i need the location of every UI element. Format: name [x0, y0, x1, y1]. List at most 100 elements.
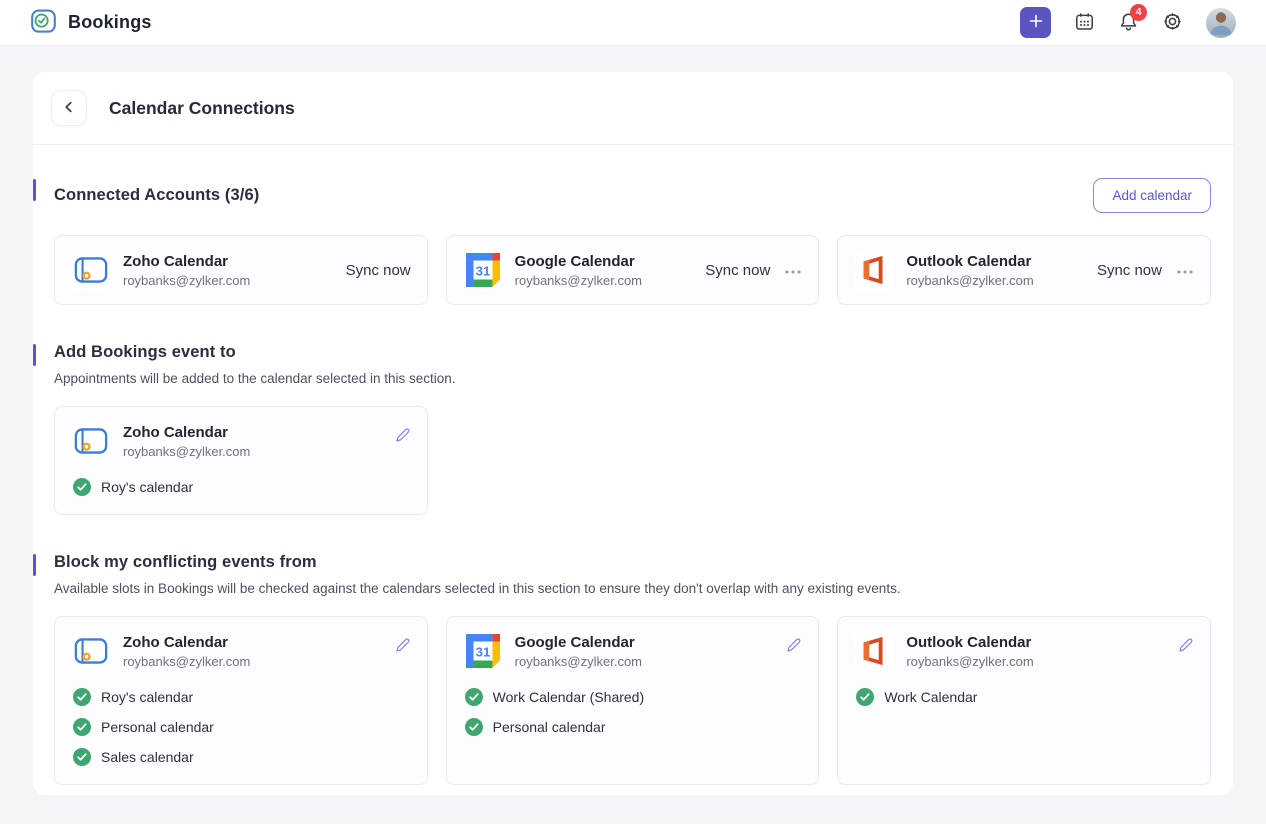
page-title: Calendar Connections — [109, 98, 295, 119]
check-circle-icon — [73, 718, 91, 736]
svg-text:31: 31 — [475, 644, 490, 659]
calendar-name: Roy's calendar — [101, 479, 193, 495]
selected-calendars: Work Calendar (Shared) Personal calendar — [463, 683, 803, 740]
calendar-item: Work Calendar (Shared) — [463, 683, 803, 710]
account-email: roybanks@zylker.com — [123, 654, 395, 669]
calendar-card-header: 31 Google Calendar roybanks@zylker.com — [463, 631, 803, 671]
accent-bar — [33, 554, 36, 576]
account-info: Outlook Calendar roybanks@zylker.com — [906, 253, 1097, 288]
calendar-name: Work Calendar (Shared) — [493, 689, 644, 705]
section-connected-accounts: Connected Accounts (3/6) Add calendar Zo… — [54, 178, 1211, 305]
section-block-conflicting-events: Block my conflicting events from Availab… — [54, 553, 1211, 785]
accent-bar — [33, 344, 36, 366]
panel-header: Calendar Connections — [33, 72, 1233, 145]
calendar-card-header: Zoho Calendar roybanks@zylker.com — [71, 421, 411, 461]
account-provider: Zoho Calendar — [123, 424, 395, 441]
calendar-item: Work Calendar — [854, 683, 1194, 710]
account-email: roybanks@zylker.com — [906, 654, 1178, 669]
account-card-zoho: Zoho Calendar roybanks@zylker.com Sync n… — [54, 235, 428, 305]
add-event-cards: Zoho Calendar roybanks@zylker.com — [54, 406, 1211, 515]
calendar-name: Roy's calendar — [101, 689, 193, 705]
section-head: Connected Accounts (3/6) Add calendar — [54, 178, 1211, 213]
section-description: Available slots in Bookings will be chec… — [54, 581, 1211, 596]
panel-body: Connected Accounts (3/6) Add calendar Zo… — [33, 145, 1233, 815]
add-calendar-button[interactable]: Add calendar — [1093, 178, 1211, 213]
calendar-nav-button[interactable] — [1074, 11, 1095, 35]
account-provider: Zoho Calendar — [123, 634, 395, 651]
edit-button[interactable] — [786, 637, 802, 656]
plus-icon — [1028, 13, 1044, 32]
account-provider: Google Calendar — [515, 253, 706, 270]
notifications-button[interactable]: 4 — [1118, 11, 1139, 35]
edit-button[interactable] — [1178, 637, 1194, 656]
chevron-left-icon — [62, 100, 76, 117]
google-calendar-icon: 31 — [463, 631, 503, 671]
account-info: Outlook Calendar roybanks@zylker.com — [906, 634, 1178, 669]
person-icon — [1206, 9, 1236, 38]
account-info: Zoho Calendar roybanks@zylker.com — [123, 634, 395, 669]
svg-text:31: 31 — [475, 263, 490, 278]
calendar-name: Personal calendar — [101, 719, 214, 735]
section-add-bookings-event: Add Bookings event to Appointments will … — [54, 343, 1211, 515]
check-circle-icon — [465, 688, 483, 706]
account-email: roybanks@zylker.com — [515, 654, 787, 669]
calendar-item: Personal calendar — [71, 713, 411, 740]
section-description: Appointments will be added to the calend… — [54, 371, 1211, 386]
pencil-icon — [1178, 637, 1194, 656]
account-info: Zoho Calendar roybanks@zylker.com — [123, 424, 395, 459]
zoho-calendar-icon — [71, 250, 111, 290]
section-head: Add Bookings event to — [54, 343, 1211, 362]
section-heading: Add Bookings event to — [54, 343, 236, 362]
notification-badge: 4 — [1130, 4, 1147, 21]
sync-now-button[interactable]: Sync now — [1097, 262, 1162, 279]
google-calendar-icon: 31 — [463, 250, 503, 290]
back-button[interactable] — [51, 90, 87, 126]
more-menu-button[interactable] — [784, 263, 802, 278]
create-button[interactable] — [1020, 7, 1051, 38]
bookings-logo-icon — [30, 7, 57, 39]
calendar-connections-panel: Calendar Connections Connected Accounts … — [33, 72, 1233, 795]
more-dots-icon — [784, 263, 802, 278]
account-provider: Zoho Calendar — [123, 253, 346, 270]
calendar-card-zoho: Zoho Calendar roybanks@zylker.com — [54, 616, 428, 785]
calendar-card-zoho: Zoho Calendar roybanks@zylker.com — [54, 406, 428, 515]
edit-button[interactable] — [395, 427, 411, 446]
settings-button[interactable] — [1162, 11, 1183, 35]
edit-button[interactable] — [395, 637, 411, 656]
user-avatar[interactable] — [1206, 8, 1236, 38]
pencil-icon — [395, 637, 411, 656]
calendar-item: Roy's calendar — [71, 473, 411, 500]
account-provider: Google Calendar — [515, 634, 787, 651]
block-events-cards: Zoho Calendar roybanks@zylker.com — [54, 616, 1211, 785]
gear-icon — [1162, 11, 1183, 35]
sync-now-button[interactable]: Sync now — [346, 262, 411, 279]
calendar-card-header: Outlook Calendar roybanks@zylker.com — [854, 631, 1194, 671]
calendar-name: Personal calendar — [493, 719, 606, 735]
selected-calendars: Roy's calendar — [71, 473, 411, 500]
check-circle-icon — [856, 688, 874, 706]
account-info: Zoho Calendar roybanks@zylker.com — [123, 253, 346, 288]
connected-accounts-list: Zoho Calendar roybanks@zylker.com Sync n… — [54, 235, 1211, 305]
topbar: Bookings — [0, 0, 1266, 46]
calendar-name: Sales calendar — [101, 749, 194, 765]
zoho-calendar-icon — [71, 421, 111, 461]
calendar-icon — [1074, 11, 1095, 35]
outlook-calendar-icon — [854, 631, 894, 671]
topbar-actions: 4 — [1020, 7, 1236, 38]
account-email: roybanks@zylker.com — [123, 444, 395, 459]
more-menu-button[interactable] — [1176, 263, 1194, 278]
calendar-card-outlook: Outlook Calendar roybanks@zylker.com — [837, 616, 1211, 785]
sync-now-button[interactable]: Sync now — [705, 262, 770, 279]
pencil-icon — [395, 427, 411, 446]
account-card-google: 31 Google Calendar roybanks@zylker.com S… — [446, 235, 820, 305]
check-circle-icon — [73, 688, 91, 706]
calendar-item: Roy's calendar — [71, 683, 411, 710]
outlook-calendar-icon — [854, 250, 894, 290]
check-circle-icon — [465, 718, 483, 736]
selected-calendars: Work Calendar — [854, 683, 1194, 710]
calendar-name: Work Calendar — [884, 689, 977, 705]
account-provider: Outlook Calendar — [906, 634, 1178, 651]
more-dots-icon — [1176, 263, 1194, 278]
section-heading: Block my conflicting events from — [54, 553, 317, 572]
calendar-card-google: 31 Google Calendar roybanks@zylker.com — [446, 616, 820, 785]
